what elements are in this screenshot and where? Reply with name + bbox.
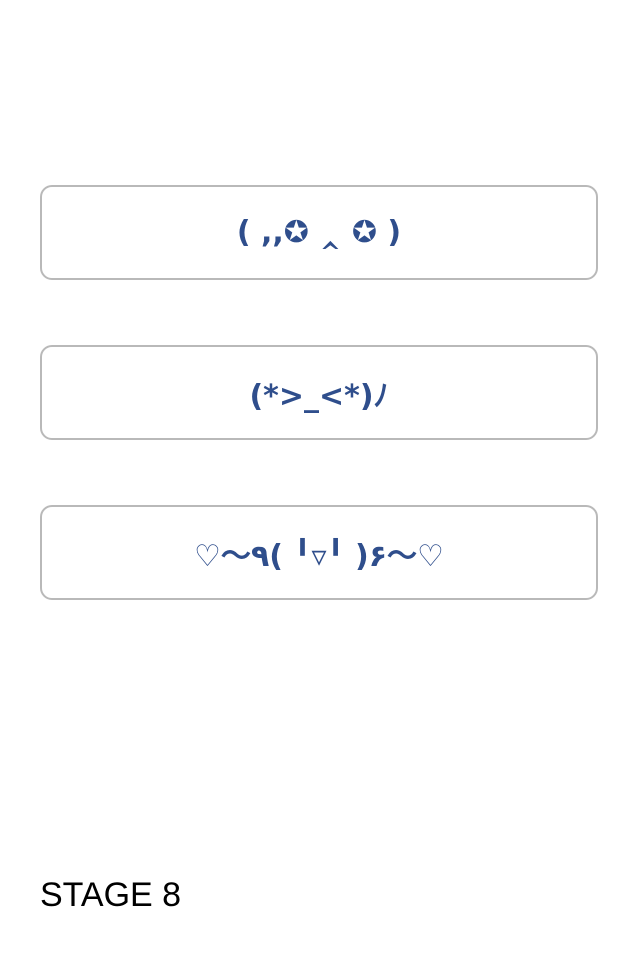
answer-button-3[interactable]: ♡〜٩( ╹▿╹ )۶〜♡ <box>40 505 598 600</box>
answer-button-2[interactable]: (*>_<*)ﾉ <box>40 345 598 440</box>
stage-label: STAGE 8 <box>40 876 182 914</box>
game-screen: ( ,,✪ ‸ ✪ ) (*>_<*)ﾉ ♡〜٩( ╹▿╹ )۶〜♡ STAGE… <box>0 0 640 960</box>
answer-button-1[interactable]: ( ,,✪ ‸ ✪ ) <box>40 185 598 280</box>
